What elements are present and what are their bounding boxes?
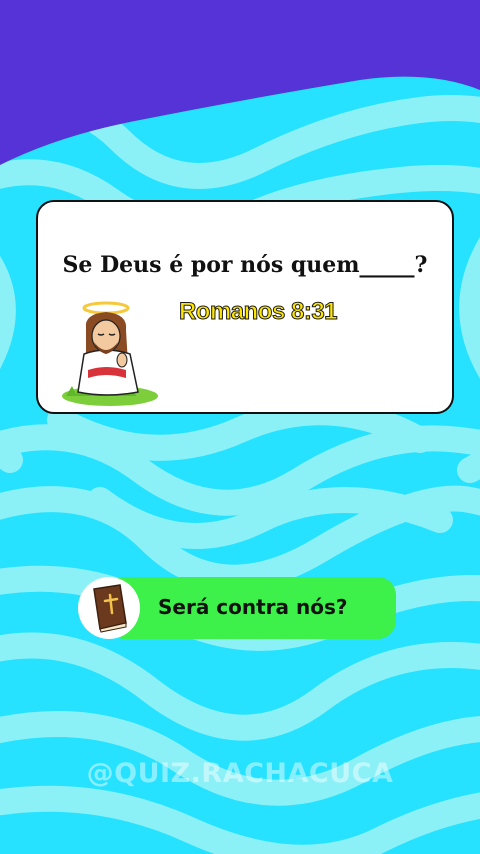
- bible-icon: [93, 584, 127, 633]
- verse-reference: Romanos 8:31: [178, 298, 338, 326]
- answer-button[interactable]: Será contra nós?: [78, 577, 396, 639]
- watermark: @QUIZ.RACHACUCA: [86, 758, 394, 789]
- question-text: Se Deus é por nós quem_____?: [62, 252, 428, 278]
- wavy-background: [0, 0, 480, 854]
- question-card: Se Deus é por nós quem_____? Romanos 8:3…: [36, 200, 454, 414]
- answer-label: Será contra nós?: [158, 595, 348, 619]
- praying-jesus-icon: [62, 301, 158, 406]
- bible-badge: [78, 577, 140, 639]
